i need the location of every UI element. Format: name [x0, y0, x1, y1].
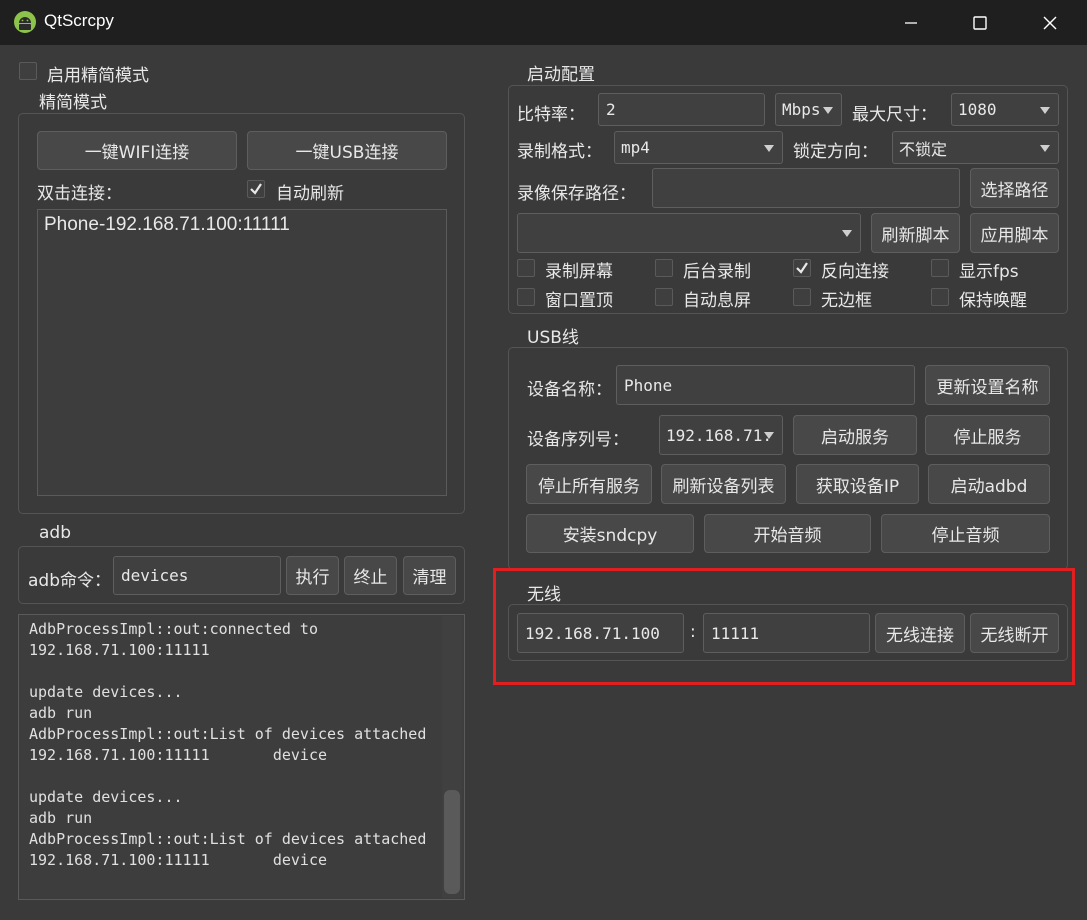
- wireless-connect-button[interactable]: 无线连接: [875, 613, 965, 653]
- log-scrollbar-thumb[interactable]: [444, 790, 460, 894]
- ip-port-separator: :: [690, 622, 696, 642]
- window-top-label: 窗口置顶: [545, 291, 613, 311]
- window-title: QtScrcpy: [44, 11, 114, 30]
- frameless-label: 无边框: [821, 291, 872, 311]
- update-name-button[interactable]: 更新设置名称: [925, 365, 1050, 405]
- list-item[interactable]: Phone-192.168.71.100:11111: [44, 214, 290, 236]
- terminate-button[interactable]: 终止: [344, 556, 397, 595]
- record-format-value: mp4: [621, 138, 650, 157]
- clear-button[interactable]: 清理: [403, 556, 456, 595]
- stop-all-services-button[interactable]: 停止所有服务: [526, 464, 652, 504]
- frameless-checkbox[interactable]: [793, 288, 811, 306]
- adb-output-log[interactable]: AdbProcessImpl::out:connected to 192.168…: [18, 614, 465, 900]
- refresh-script-button[interactable]: 刷新脚本: [871, 213, 960, 253]
- chevron-down-icon: [842, 230, 852, 237]
- wireless-disconnect-button[interactable]: 无线断开: [970, 613, 1059, 653]
- minimize-button[interactable]: [876, 0, 946, 45]
- wifi-connect-button[interactable]: 一键WIFI连接: [37, 131, 237, 170]
- android-icon: [14, 10, 36, 34]
- max-size-label: 最大尺寸：: [852, 105, 937, 125]
- simple-mode-checkbox[interactable]: [19, 62, 37, 80]
- reverse-connect-checkbox[interactable]: [793, 259, 811, 277]
- max-size-select[interactable]: 1080: [951, 93, 1059, 126]
- apply-script-button[interactable]: 应用脚本: [970, 213, 1059, 253]
- wireless-port-input[interactable]: 11111: [703, 613, 870, 653]
- select-path-button[interactable]: 选择路径: [970, 168, 1059, 208]
- log-scrollbar[interactable]: [442, 616, 462, 898]
- simple-group-title: 精简模式: [39, 93, 107, 113]
- usb-connect-button[interactable]: 一键USB连接: [247, 131, 447, 170]
- bitrate-unit-value: Mbps: [782, 100, 821, 119]
- serial-label: 设备序列号：: [527, 430, 629, 450]
- show-fps-label: 显示fps: [959, 262, 1019, 282]
- script-select[interactable]: [517, 213, 861, 253]
- bitrate-unit-select[interactable]: Mbps: [775, 93, 842, 126]
- lock-orientation-value: 不锁定: [899, 139, 948, 159]
- close-icon: [1043, 16, 1057, 29]
- bitrate-input[interactable]: 2: [598, 93, 765, 126]
- refresh-devices-button[interactable]: 刷新设备列表: [661, 464, 786, 504]
- auto-off-checkbox[interactable]: [655, 288, 673, 306]
- device-name-input[interactable]: Phone: [616, 365, 915, 405]
- auto-refresh-label: 自动刷新: [276, 184, 344, 204]
- record-screen-label: 录制屏幕: [545, 262, 613, 282]
- checkmark-icon: [796, 262, 808, 274]
- install-sndcpy-button[interactable]: 安装sndcpy: [526, 514, 694, 553]
- chevron-down-icon: [823, 106, 833, 114]
- window-top-checkbox[interactable]: [517, 288, 535, 306]
- maximize-icon: [973, 15, 987, 30]
- stop-audio-button[interactable]: 停止音频: [881, 514, 1050, 553]
- stop-service-button[interactable]: 停止服务: [925, 415, 1050, 455]
- bg-record-label: 后台录制: [683, 262, 751, 282]
- dblclick-label: 双击连接：: [37, 184, 122, 204]
- show-fps-checkbox[interactable]: [931, 259, 949, 277]
- auto-off-label: 自动息屏: [683, 291, 751, 311]
- simple-mode-label: 启用精简模式: [47, 66, 149, 86]
- device-name-label: 设备名称：: [527, 380, 612, 400]
- wireless-group-title: 无线: [527, 585, 561, 605]
- lock-orientation-select[interactable]: 不锁定: [892, 131, 1059, 164]
- close-button[interactable]: [1015, 0, 1085, 45]
- bg-record-checkbox[interactable]: [655, 259, 673, 277]
- minimize-icon: [905, 21, 917, 24]
- auto-refresh-checkbox[interactable]: [247, 180, 265, 198]
- checkmark-icon: [250, 183, 262, 195]
- max-size-value: 1080: [958, 100, 997, 119]
- serial-select[interactable]: 192.168.71.: [659, 415, 783, 455]
- device-list[interactable]: Phone-192.168.71.100:11111: [37, 209, 447, 496]
- record-path-label: 录像保存路径：: [517, 184, 636, 204]
- stay-awake-label: 保持唤醒: [959, 291, 1027, 311]
- bitrate-label: 比特率：: [517, 105, 585, 125]
- adb-command-input[interactable]: devices: [113, 556, 281, 595]
- chevron-down-icon: [1040, 144, 1050, 152]
- start-adbd-button[interactable]: 启动adbd: [928, 464, 1050, 504]
- serial-value: 192.168.71.: [666, 425, 772, 445]
- title-bar: QtScrcpy: [0, 0, 1087, 45]
- get-device-ip-button[interactable]: 获取设备IP: [796, 464, 919, 504]
- wireless-ip-input[interactable]: 192.168.71.100: [517, 613, 684, 653]
- chevron-down-icon: [764, 144, 774, 152]
- record-format-select[interactable]: mp4: [614, 131, 783, 164]
- chevron-down-icon: [1040, 106, 1050, 114]
- record-format-label: 录制格式：: [517, 142, 602, 162]
- stay-awake-checkbox[interactable]: [931, 288, 949, 306]
- record-screen-checkbox[interactable]: [517, 259, 535, 277]
- usb-group-title: USB线: [527, 328, 579, 348]
- record-path-input[interactable]: [652, 168, 960, 208]
- chevron-down-icon: [764, 432, 774, 439]
- start-audio-button[interactable]: 开始音频: [704, 514, 871, 553]
- start-service-button[interactable]: 启动服务: [793, 415, 917, 455]
- start-config-title: 启动配置: [527, 65, 595, 85]
- reverse-connect-label: 反向连接: [821, 262, 889, 282]
- adb-command-label: adb命令：: [28, 571, 111, 591]
- execute-button[interactable]: 执行: [286, 556, 339, 595]
- lock-orientation-label: 锁定方向：: [793, 142, 878, 162]
- maximize-button[interactable]: [945, 0, 1015, 45]
- adb-group-title: adb: [39, 523, 71, 543]
